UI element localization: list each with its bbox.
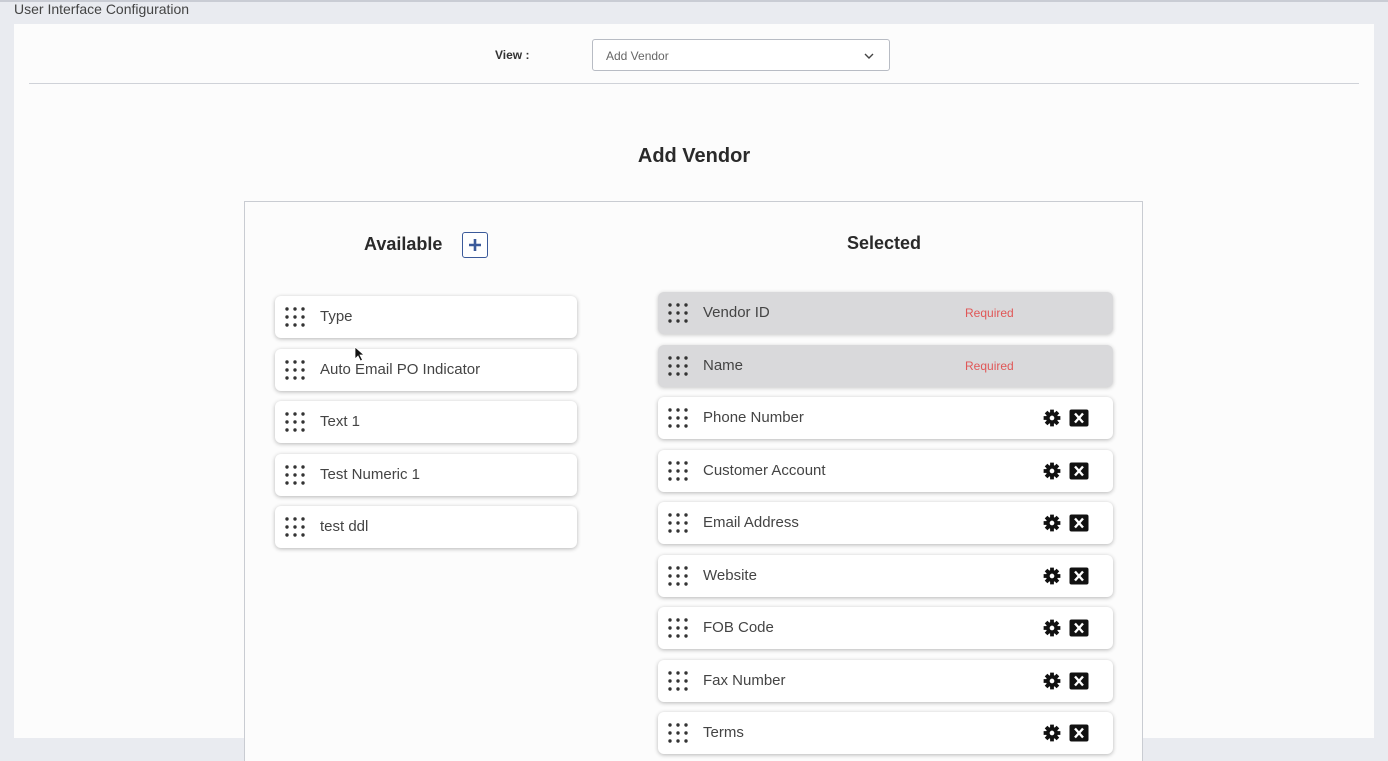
drag-handle-icon[interactable] (668, 513, 688, 533)
selected-item[interactable]: Email Address (658, 502, 1113, 544)
available-item-label: Text 1 (320, 413, 361, 430)
drag-handle-icon[interactable] (285, 517, 305, 537)
available-item[interactable]: Type (275, 296, 577, 338)
selected-item-label: Terms (703, 724, 744, 741)
gear-icon[interactable] (1043, 567, 1061, 585)
close-icon[interactable] (1069, 619, 1089, 637)
mouse-cursor-icon (354, 346, 366, 362)
selected-item-label: Fax Number (703, 671, 786, 689)
config-panel: View : Add Vendor Add Vendor Available S… (14, 24, 1374, 761)
selected-item[interactable]: Website (658, 554, 1113, 597)
selected-item[interactable]: Customer Account (658, 449, 1113, 492)
close-icon[interactable] (1069, 514, 1089, 532)
selected-item-label: Vendor ID (703, 304, 770, 321)
drag-handle-icon[interactable] (668, 355, 688, 376)
available-item[interactable]: Auto Email PO Indicator (275, 348, 577, 391)
top-border (0, 0, 1388, 2)
selected-item-label: Name (703, 356, 744, 374)
drag-handle-icon[interactable] (668, 303, 688, 323)
selected-item-label: Email Address (703, 514, 799, 531)
page-title: User Interface Configuration (14, 1, 190, 17)
chevron-down-icon (864, 53, 874, 59)
selected-item[interactable]: Vendor ID Required (658, 292, 1113, 334)
available-item-label: Type (320, 308, 353, 325)
divider (29, 83, 1359, 84)
close-icon[interactable] (1069, 409, 1089, 427)
selected-title: Selected (847, 233, 922, 253)
selected-item-label: Phone Number (703, 409, 804, 426)
gear-icon[interactable] (1043, 514, 1061, 532)
view-select-value: Add Vendor (606, 49, 669, 63)
drag-handle-icon[interactable] (285, 307, 305, 327)
selected-item[interactable]: Terms (658, 712, 1113, 754)
drag-handle-icon[interactable] (668, 408, 688, 428)
selected-item[interactable]: Name Required (658, 344, 1113, 387)
selected-item[interactable]: Phone Number (658, 397, 1113, 439)
drag-handle-icon[interactable] (285, 359, 305, 380)
drag-handle-icon[interactable] (668, 460, 688, 481)
available-item-label: Test Numeric 1 (320, 465, 421, 483)
gear-icon[interactable] (1043, 724, 1061, 742)
drag-handle-icon[interactable] (668, 723, 688, 743)
gear-icon[interactable] (1043, 409, 1061, 427)
close-icon[interactable] (1069, 672, 1089, 690)
view-select[interactable]: Add Vendor (592, 39, 890, 71)
view-label: View : (495, 48, 530, 62)
add-field-button[interactable] (462, 232, 488, 258)
required-tag: Required (965, 358, 1014, 373)
gear-icon[interactable] (1043, 672, 1061, 690)
plus-icon (469, 239, 481, 251)
available-title: Available (364, 234, 443, 254)
gear-icon[interactable] (1043, 462, 1061, 480)
drag-handle-icon[interactable] (668, 565, 688, 586)
close-icon[interactable] (1069, 462, 1089, 480)
selected-item-label: Customer Account (703, 461, 826, 479)
drag-handle-icon[interactable] (668, 618, 688, 638)
available-item-label: Auto Email PO Indicator (320, 360, 481, 378)
close-icon[interactable] (1069, 567, 1089, 585)
close-icon[interactable] (1069, 724, 1089, 742)
section-title: Add Vendor (637, 145, 751, 167)
selected-item-label: FOB Code (703, 619, 774, 636)
selected-item[interactable]: Fax Number (658, 659, 1113, 702)
available-item-label: test ddl (320, 518, 369, 535)
available-item[interactable]: Text 1 (275, 401, 577, 443)
gear-icon[interactable] (1043, 619, 1061, 637)
field-config-box: Available Selected Type Auto Email PO Ind… (244, 201, 1143, 761)
selected-item-label: Website (703, 566, 757, 584)
available-item[interactable]: test ddl (275, 506, 577, 548)
drag-handle-icon[interactable] (285, 412, 305, 432)
selected-item[interactable]: FOB Code (658, 607, 1113, 649)
available-item[interactable]: Test Numeric 1 (275, 453, 577, 496)
drag-handle-icon[interactable] (668, 670, 688, 691)
drag-handle-icon[interactable] (285, 464, 305, 485)
required-tag: Required (965, 306, 1014, 320)
